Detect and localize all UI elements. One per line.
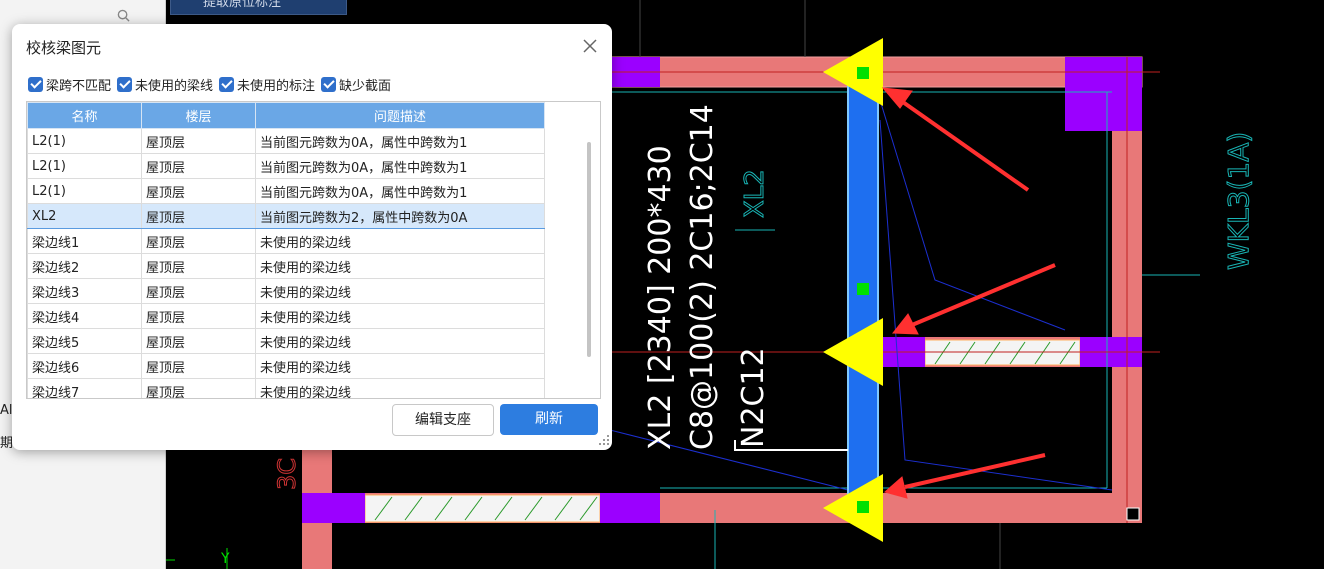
cell-name[interactable]: XL2 xyxy=(27,203,142,229)
column-header-floor[interactable]: 楼层 xyxy=(141,102,256,129)
table-row[interactable]: 梁边线3 屋顶层 未使用的梁边线 xyxy=(27,278,545,304)
cell-floor[interactable]: 屋顶层 xyxy=(141,378,256,398)
cell-description[interactable]: 当前图元跨数为0A，属性中跨数为1 xyxy=(255,128,545,154)
label-3c: 3C xyxy=(273,458,301,490)
cell-floor[interactable]: 屋顶层 xyxy=(141,353,256,379)
cell-description[interactable]: 未使用的梁边线 xyxy=(255,278,545,304)
cell-description[interactable]: 未使用的梁边线 xyxy=(255,303,545,329)
red-arrow-2 xyxy=(891,263,1056,335)
cell-description[interactable]: 未使用的梁边线 xyxy=(255,353,545,379)
cell-name[interactable]: 梁边线7 xyxy=(27,378,142,398)
grip-top[interactable] xyxy=(857,67,869,79)
cell-description[interactable]: 未使用的梁边线 xyxy=(255,328,545,354)
column-header-description[interactable]: 问题描述 xyxy=(255,102,545,129)
label-xl2-small: XL2 xyxy=(740,169,770,218)
cell-description[interactable]: 未使用的梁边线 xyxy=(255,253,545,279)
checkbox-unused-annotations[interactable]: 未使用的标注 xyxy=(219,75,315,94)
support-bottom-center[interactable] xyxy=(600,493,660,523)
resize-grip-icon[interactable] xyxy=(598,434,610,446)
checkbox-checked-icon[interactable] xyxy=(28,76,43,92)
cell-floor[interactable]: 屋顶层 xyxy=(141,128,256,154)
toolbar-top-button[interactable]: 提取原位标注 xyxy=(170,0,347,15)
checkbox-missing-section[interactable]: 缺少截面 xyxy=(321,75,391,94)
checkbox-checked-icon[interactable] xyxy=(321,76,337,92)
filter-checkboxes: 梁跨不匹配 未使用的梁线 未使用的标注 缺少截面 xyxy=(28,74,397,94)
check-beam-dialog: 校核梁图元 梁跨不匹配 未使用的梁线 未使用的标注 缺少截面 名称 楼层 问题描… xyxy=(12,24,612,450)
cell-description[interactable]: 未使用的梁边线 xyxy=(255,228,545,254)
cell-floor[interactable]: 屋顶层 xyxy=(141,203,256,229)
checkbox-checked-icon[interactable] xyxy=(219,76,235,92)
cell-description[interactable]: 当前图元跨数为0A，属性中跨数为1 xyxy=(255,153,545,179)
table-row[interactable]: L2(1) 屋顶层 当前图元跨数为0A，属性中跨数为1 xyxy=(27,153,545,179)
hatched-beam-bottom[interactable] xyxy=(364,494,601,523)
cell-name[interactable]: 梁边线2 xyxy=(27,253,142,279)
table-row[interactable]: 梁边线1 屋顶层 未使用的梁边线 xyxy=(27,228,545,254)
axis-y-label: Y xyxy=(220,551,230,567)
cell-name[interactable]: L2(1) xyxy=(27,153,142,179)
table-row[interactable]: 梁边线6 屋顶层 未使用的梁边线 xyxy=(27,353,545,379)
dialog-title: 校核梁图元 xyxy=(26,39,102,57)
cell-floor[interactable]: 屋顶层 xyxy=(141,328,256,354)
end-marker xyxy=(1126,507,1140,521)
checkbox-unused-beam-lines[interactable]: 未使用的梁线 xyxy=(117,75,213,94)
grip-middle[interactable] xyxy=(857,283,869,295)
table-row[interactable]: 梁边线7 屋顶层 未使用的梁边线 xyxy=(27,378,545,398)
red-arrow-1 xyxy=(881,87,1030,192)
cell-description[interactable]: 当前图元跨数为2，属性中跨数为0A xyxy=(255,203,545,229)
checkbox-label: 缺少截面 xyxy=(339,78,392,94)
partial-text-1: Al xyxy=(0,403,13,418)
cell-name[interactable]: 梁边线4 xyxy=(27,303,142,329)
search-icon[interactable] xyxy=(117,9,130,22)
label-xl2-line1: XL2 [2340] 200*430 xyxy=(643,145,678,450)
table-row[interactable]: XL2 屋顶层 当前图元跨数为2，属性中跨数为0A xyxy=(27,203,545,229)
cell-name[interactable]: 梁边线6 xyxy=(27,353,142,379)
label-wkl3: WKL3(1A) xyxy=(1222,132,1255,270)
cell-description[interactable]: 未使用的梁边线 xyxy=(255,378,545,398)
cell-description[interactable]: 当前图元跨数为0A，属性中跨数为1 xyxy=(255,178,545,204)
cell-floor[interactable]: 屋顶层 xyxy=(141,303,256,329)
checkbox-span-mismatch[interactable]: 梁跨不匹配 xyxy=(28,75,111,94)
cell-name[interactable]: 梁边线1 xyxy=(27,228,142,254)
cell-name[interactable]: 梁边线5 xyxy=(27,328,142,354)
checkbox-label: 未使用的标注 xyxy=(237,78,316,94)
cell-floor[interactable]: 屋顶层 xyxy=(141,228,256,254)
table-row[interactable]: 梁边线5 屋顶层 未使用的梁边线 xyxy=(27,328,545,354)
cell-name[interactable]: L2(1) xyxy=(27,128,142,154)
checkbox-checked-icon[interactable] xyxy=(117,76,133,92)
refresh-button[interactable]: 刷新 xyxy=(500,404,598,435)
close-icon[interactable] xyxy=(580,36,600,56)
cell-floor[interactable]: 屋顶层 xyxy=(141,278,256,304)
support-bottom-left[interactable] xyxy=(302,493,365,523)
label-xl2-line2: C8@100(2) 2C16;2C14 xyxy=(685,104,720,450)
cell-name[interactable]: L2(1) xyxy=(27,178,142,204)
cell-floor[interactable]: 屋顶层 xyxy=(141,153,256,179)
support-top-right[interactable] xyxy=(1065,57,1142,131)
cell-floor[interactable]: 屋顶层 xyxy=(141,253,256,279)
checkbox-label: 未使用的梁线 xyxy=(135,78,214,94)
label-xl2-line3: N2C12 xyxy=(736,347,771,448)
vertical-scrollbar[interactable] xyxy=(587,142,591,357)
issues-table: 名称 楼层 问题描述 L2(1) 屋顶层 当前图元跨数为0A，属性中跨数为1 L2(1… xyxy=(26,101,601,399)
table-row[interactable]: L2(1) 屋顶层 当前图元跨数为0A，属性中跨数为1 xyxy=(27,178,545,204)
cell-floor[interactable]: 屋顶层 xyxy=(141,178,256,204)
cell-name[interactable]: 梁边线3 xyxy=(27,278,142,304)
beam-xl2-selected[interactable] xyxy=(847,81,879,511)
checkbox-label: 梁跨不匹配 xyxy=(46,78,112,94)
grip-bottom[interactable] xyxy=(857,501,869,513)
table-row[interactable]: 梁边线2 屋顶层 未使用的梁边线 xyxy=(27,253,545,279)
table-row[interactable]: 梁边线4 屋顶层 未使用的梁边线 xyxy=(27,303,545,329)
column-header-name[interactable]: 名称 xyxy=(27,102,142,129)
edit-support-button[interactable]: 编辑支座 xyxy=(392,404,494,436)
table-row[interactable]: L2(1) 屋顶层 当前图元跨数为0A，属性中跨数为1 xyxy=(27,128,545,154)
